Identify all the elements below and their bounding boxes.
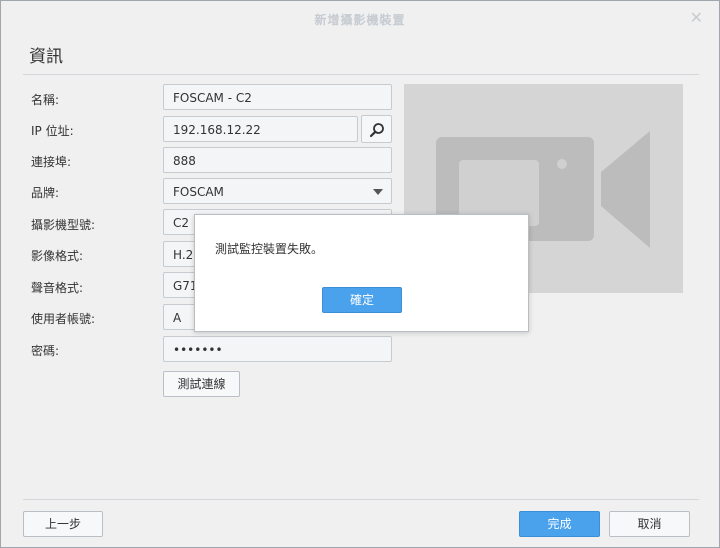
finish-button[interactable]: 完成 <box>519 511 600 537</box>
brand-select[interactable]: FOSCAM <box>163 178 392 204</box>
window-title: 新增攝影機裝置 <box>314 13 406 27</box>
ip-label: IP 位址: <box>31 124 74 138</box>
back-button[interactable]: 上一步 <box>23 511 103 537</box>
test-connection-button[interactable]: 測試連線 <box>163 371 240 397</box>
close-icon[interactable]: ✕ <box>690 8 703 27</box>
error-dialog: 測試監控裝置失敗。 確定 <box>194 214 529 332</box>
port-label: 連接埠: <box>31 155 72 169</box>
username-label: 使用者帳號: <box>31 312 96 326</box>
name-label: 名稱: <box>31 93 60 107</box>
video-format-label: 影像格式: <box>31 249 84 263</box>
cancel-button[interactable]: 取消 <box>609 511 690 537</box>
header-divider <box>23 74 699 75</box>
password-label: 密碼: <box>31 344 60 358</box>
ip-field[interactable]: 192.168.12.22 <box>163 116 358 142</box>
name-field[interactable]: FOSCAM - C2 <box>163 84 392 110</box>
search-button[interactable] <box>361 115 392 143</box>
brand-label: 品牌: <box>31 186 60 200</box>
dialog-message: 測試監控裝置失敗。 <box>215 242 324 256</box>
chevron-down-icon <box>373 189 383 195</box>
brand-select-value: FOSCAM <box>173 185 224 199</box>
search-icon <box>369 123 384 138</box>
model-label: 攝影機型號: <box>31 218 96 232</box>
audio-format-label: 聲音格式: <box>31 281 84 295</box>
add-camera-window: 新增攝影機裝置 ✕ 資訊 名稱: IP 位址: 連接埠: 品牌: 攝影機型號: … <box>0 0 720 548</box>
ok-button[interactable]: 確定 <box>322 287 402 313</box>
section-title: 資訊 <box>29 47 63 67</box>
footer-divider <box>23 499 699 500</box>
password-field[interactable]: ••••••• <box>163 336 392 362</box>
port-field[interactable]: 888 <box>163 147 392 173</box>
title-bar: 新增攝影機裝置 <box>1 1 719 39</box>
